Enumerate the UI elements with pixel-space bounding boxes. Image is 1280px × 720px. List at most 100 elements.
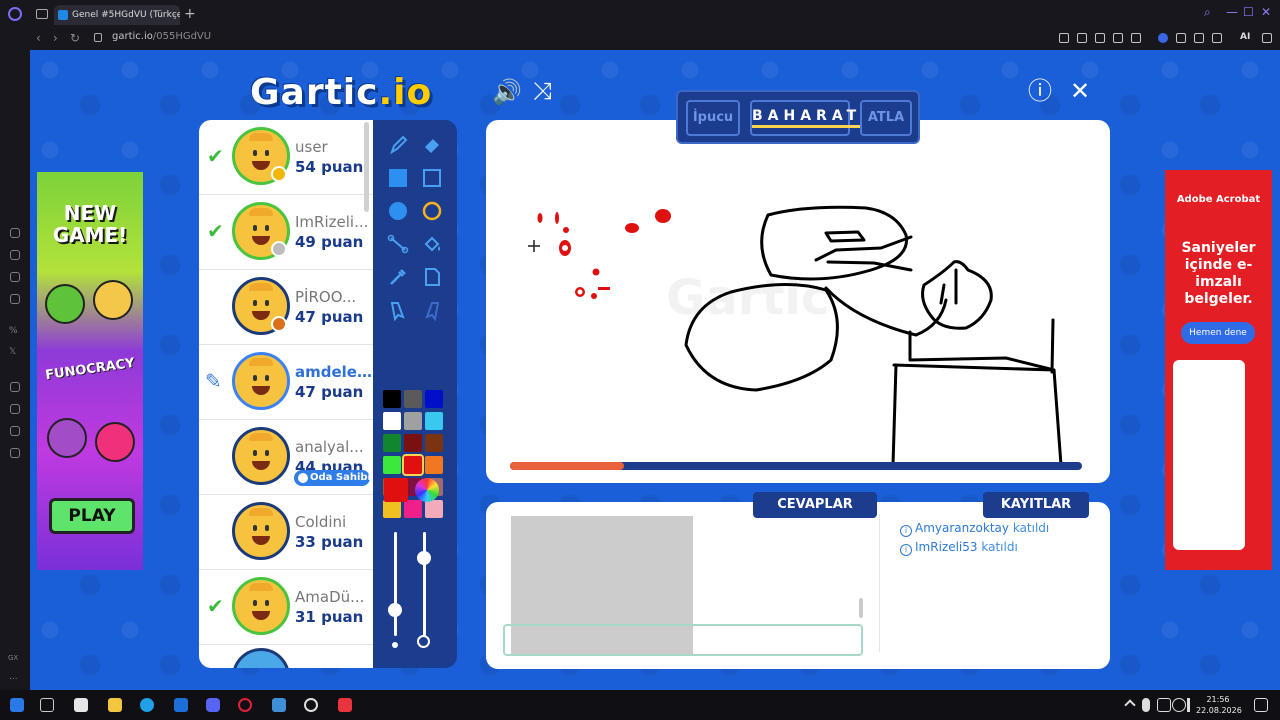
eraser-tool[interactable] [417,130,447,160]
easy-setup-icon[interactable] [1212,33,1222,43]
file-explorer-icon[interactable] [108,698,122,712]
tray-app-icon[interactable] [1157,698,1171,712]
ad-play-button[interactable]: PLAY [49,498,135,534]
search-tabs-icon[interactable]: ⌕ [1204,5,1211,20]
sidebar-store-icon[interactable] [10,250,20,260]
player-row[interactable]: PİROO... 47 puan [199,270,373,345]
palette-color-swatch[interactable] [383,434,401,452]
extensions-icon[interactable] [1176,33,1186,43]
downloads-icon[interactable] [1194,33,1204,43]
url-field[interactable]: gartic.io/055HGdVU [112,31,211,42]
share-icon[interactable]: ⤨ [533,77,552,105]
maximize-icon[interactable]: ☐ [1243,5,1254,19]
palette-color-swatch[interactable] [383,500,401,518]
answer-input[interactable] [503,624,863,656]
sidebar-twitch-icon[interactable] [10,272,20,282]
palette-color-swatch[interactable] [383,456,401,474]
rect-tool[interactable] [417,163,447,193]
player-row[interactable]: Coldini 33 puan [199,495,373,570]
sidebar-percent-icon[interactable]: % [9,326,18,336]
player-avatar[interactable] [232,352,290,410]
palette-color-swatch[interactable] [425,456,443,474]
camera-icon[interactable] [1059,33,1069,43]
aria-ai-button[interactable]: AI [1240,32,1250,42]
color-wheel-icon[interactable] [415,478,439,502]
skip-button[interactable]: ATLA [860,100,912,136]
brush-size-knob[interactable] [388,603,402,617]
sidebar-more-icon[interactable]: ... [9,672,18,682]
palette-color-swatch[interactable] [425,412,443,430]
notifications-icon[interactable] [1254,698,1268,712]
steam-icon[interactable] [272,698,286,712]
log-user[interactable]: Amyaranzoktay [915,521,1009,535]
palette-color-swatch[interactable] [404,500,422,518]
player-avatar[interactable] [232,577,290,635]
palette-color-swatch[interactable] [425,500,443,518]
circle-tool[interactable] [417,196,447,226]
exit-game-icon[interactable]: ✕ [1070,77,1090,105]
discord-icon[interactable] [206,698,220,712]
player-row[interactable]: ✔ AmaDü... 31 puan [199,570,373,645]
forward-icon[interactable]: › [53,31,58,45]
player-row[interactable]: ✔ ImRizeli... 49 puan [199,195,373,270]
tab-close-icon[interactable]: - [173,5,176,25]
ad-banner-left[interactable]: NEW GAME! FUNOCRACY PLAY [37,172,143,570]
answers-tab[interactable]: CEVAPLAR [753,492,877,518]
obs-icon[interactable] [304,698,318,712]
opera-logo-icon[interactable] [8,7,22,21]
opacity-slider[interactable] [423,532,426,636]
fill-bucket-tool[interactable] [417,229,447,259]
menu-icon[interactable] [1262,33,1272,43]
sidebar-home-icon[interactable] [10,228,20,238]
heart-icon[interactable] [1131,33,1141,43]
ad-banner-right[interactable]: Adobe Acrobat Saniyeler içinde e-imzalı … [1165,170,1272,570]
new-page-tool[interactable] [417,262,447,292]
window-close-icon[interactable]: ✕ [1261,5,1271,19]
player-row[interactable]: ✎ amdele... 47 puan [199,345,373,420]
reload-icon[interactable]: ↻ [70,31,80,45]
opera-gx-taskbar-icon[interactable] [238,698,252,712]
palette-color-swatch[interactable] [425,434,443,452]
tray-chevron-icon[interactable] [1124,699,1136,711]
sound-icon[interactable]: 🔊 [492,78,522,106]
palette-color-swatch[interactable] [404,390,422,408]
shield-icon[interactable] [1095,33,1105,43]
sidebar-settings-icon[interactable] [10,448,20,458]
player-row[interactable]: ✔ user 54 puan [199,120,373,195]
microphone-icon[interactable] [1142,698,1150,712]
sidebar-messenger-icon[interactable] [10,294,20,304]
store-icon[interactable] [74,698,88,712]
minimize-icon[interactable]: — [1226,5,1238,19]
back-icon[interactable]: ‹ [36,31,41,45]
sidebar-player-icon[interactable] [10,382,20,392]
app-icon[interactable] [338,698,352,712]
player-list-scrollbar[interactable] [364,122,369,212]
task-view-icon[interactable] [40,698,54,712]
network-icon[interactable] [1172,698,1186,712]
sidebar-x-icon[interactable]: 𝕏 [9,347,16,357]
new-tab-button[interactable]: + [184,6,196,22]
redo-tool[interactable] [417,295,447,325]
outlook-icon[interactable] [174,698,188,712]
start-icon[interactable] [10,698,24,712]
player-avatar[interactable] [232,502,290,560]
player-row[interactable]: analyal... 44 puan Oda Sahibi [199,420,373,495]
filled-rect-tool[interactable] [383,163,413,193]
undo-tool[interactable] [383,295,413,325]
sidebar-history-icon[interactable] [10,404,20,414]
logs-tab[interactable]: KAYITLAR [983,492,1089,518]
line-tool[interactable] [383,229,413,259]
answers-scrollbar[interactable] [859,598,863,618]
color-picker-tool[interactable] [383,262,413,292]
palette-color-swatch[interactable] [404,412,422,430]
sidebar-extensions-icon[interactable] [10,426,20,436]
edge-icon[interactable] [140,698,154,712]
player-avatar[interactable] [232,427,290,485]
palette-color-swatch[interactable] [404,434,422,452]
palette-color-swatch[interactable] [425,390,443,408]
tab-islands-icon[interactable] [36,9,48,19]
opacity-knob[interactable] [417,551,431,565]
clock[interactable]: 21:56 22.08.2026 [1196,694,1242,716]
profile-extension-icon[interactable] [1158,33,1168,43]
log-user[interactable]: ImRizeli53 [915,540,978,554]
